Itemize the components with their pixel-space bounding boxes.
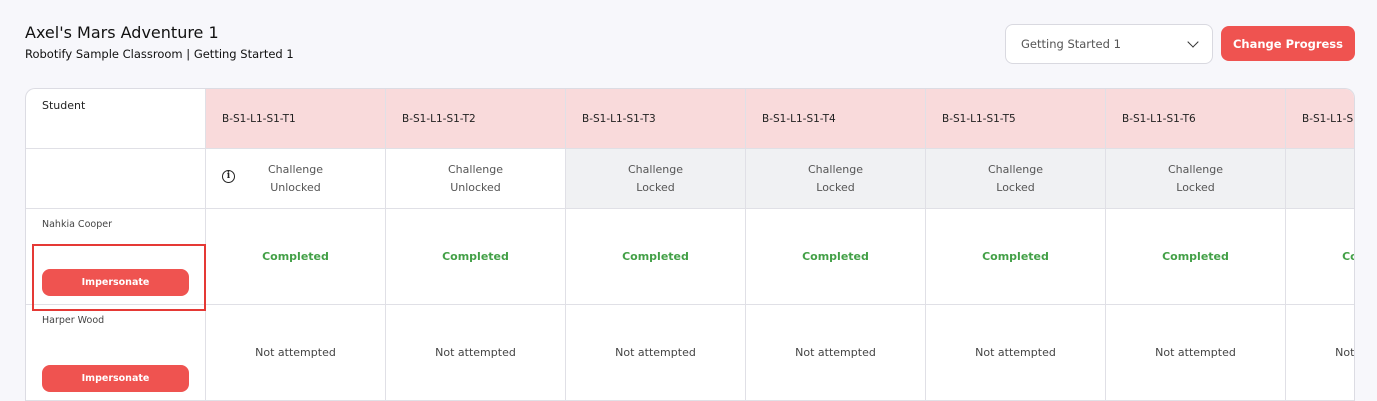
- task-header: B-S1-L1-S1-T6: [1106, 89, 1286, 149]
- task-header: B-S1-L1-S1-T4: [746, 89, 926, 149]
- page-title: Axel's Mars Adventure 1: [25, 23, 219, 42]
- student-cell: Nahkia Cooper Impersonate: [26, 209, 206, 305]
- challenge-label: Challenge: [808, 162, 863, 176]
- progress-status: Completed: [1106, 209, 1286, 305]
- lesson-select[interactable]: Getting Started 1: [1005, 24, 1213, 64]
- lesson-select-value: Getting Started 1: [1021, 37, 1121, 51]
- challenge-state: Unlocked: [450, 180, 501, 194]
- progress-status: Not attempted: [1286, 305, 1354, 401]
- progress-status: Not attempted: [566, 305, 746, 401]
- challenge-label: Challenge: [448, 162, 503, 176]
- challenge-state: Unlocked: [270, 180, 321, 194]
- impersonate-button[interactable]: Impersonate: [42, 365, 189, 392]
- progress-status: Completed: [746, 209, 926, 305]
- change-progress-button[interactable]: Change Progress: [1221, 26, 1355, 61]
- progress-status: Not attempted: [386, 305, 566, 401]
- challenge-label: Challenge: [628, 162, 683, 176]
- progress-table: Student B-S1-L1-S1-T1 B-S1-L1-S1-T2 B-S1…: [25, 88, 1355, 401]
- student-name: Harper Wood: [42, 315, 105, 326]
- challenge-status-cell: Challenge Locked: [746, 149, 926, 209]
- progress-status: Not attempted: [1106, 305, 1286, 401]
- challenge-label: Challenge: [988, 162, 1043, 176]
- progress-status: Completed: [206, 209, 386, 305]
- challenge-status-cell: Challenge Locked: [926, 149, 1106, 209]
- progress-status: Not attempted: [206, 305, 386, 401]
- student-column-header: Student: [26, 89, 206, 149]
- task-header: B-S1-L1-S1-T7: [1286, 89, 1354, 149]
- progress-status: Not attempted: [926, 305, 1106, 401]
- student-name: Nahkia Cooper: [42, 219, 112, 230]
- info-icon[interactable]: i: [222, 170, 235, 183]
- student-cell: Harper Wood Impersonate: [26, 305, 206, 401]
- challenge-state: Locked: [816, 180, 855, 194]
- chevron-down-icon: [1187, 36, 1199, 48]
- challenge-label: Challenge: [1168, 162, 1223, 176]
- challenge-status-cell: Challenge Unlocked: [386, 149, 566, 209]
- impersonate-button[interactable]: Impersonate: [42, 269, 189, 296]
- progress-status: Not attempted: [746, 305, 926, 401]
- challenge-status-cell: Challenge Locked: [1106, 149, 1286, 209]
- progress-status: Completed: [566, 209, 746, 305]
- progress-status: Completed: [926, 209, 1106, 305]
- challenge-status-cell: Challenge Locked: [566, 149, 746, 209]
- challenge-status-cell: i Challenge Unlocked: [206, 149, 386, 209]
- task-header: B-S1-L1-S1-T2: [386, 89, 566, 149]
- task-header: B-S1-L1-S1-T5: [926, 89, 1106, 149]
- challenge-status-cell: [1286, 149, 1354, 209]
- challenge-state: Locked: [996, 180, 1035, 194]
- challenge-state: Locked: [1176, 180, 1215, 194]
- challenge-state: Locked: [636, 180, 675, 194]
- task-header: B-S1-L1-S1-T3: [566, 89, 746, 149]
- task-header: B-S1-L1-S1-T1: [206, 89, 386, 149]
- page-subtitle: Robotify Sample Classroom | Getting Star…: [25, 47, 294, 61]
- progress-status: Completed: [1286, 209, 1354, 305]
- challenge-row-spacer: [26, 149, 206, 209]
- challenge-label: Challenge: [268, 162, 323, 176]
- progress-status: Completed: [386, 209, 566, 305]
